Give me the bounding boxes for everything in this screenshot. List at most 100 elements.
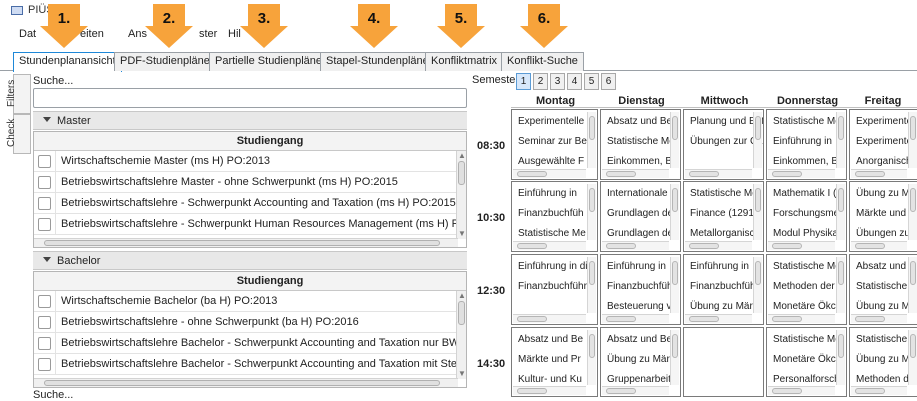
course-entry[interactable]: Personalforsch xyxy=(773,374,840,385)
timetable-cell[interactable]: Internationale Grundlagen de Grundlagen de xyxy=(600,181,681,252)
scroll-thumb[interactable] xyxy=(838,116,844,140)
row-checkbox[interactable] xyxy=(38,197,51,210)
horizontal-scrollbar[interactable] xyxy=(513,314,586,323)
course-entry[interactable]: Mathematik I ( xyxy=(773,188,836,199)
vertical-scrollbar[interactable] xyxy=(908,330,917,385)
course-entry[interactable]: Forschungsme xyxy=(773,208,839,219)
row-checkbox[interactable] xyxy=(38,337,51,350)
horizontal-scrollbar[interactable] xyxy=(602,241,669,250)
timetable-cell[interactable]: Mathematik I (Forschungsme Modul Physika xyxy=(766,181,847,252)
tab-partielle-studienplaene[interactable]: Partielle Studienpläne xyxy=(209,52,329,71)
horizontal-scrollbar[interactable] xyxy=(602,314,669,323)
timetable-cell[interactable]: Statistische M Übung zu Mä Methoden de xyxy=(849,327,917,397)
vertical-scrollbar[interactable] xyxy=(587,184,596,240)
course-entry[interactable]: Absatz und Be xyxy=(518,334,583,345)
scroll-thumb[interactable] xyxy=(838,188,844,212)
horizontal-scrollbar[interactable] xyxy=(685,314,752,323)
menu-fenster[interactable]: ster xyxy=(199,28,217,40)
course-entry[interactable]: Grundlagen de xyxy=(607,208,673,219)
scroll-thumb[interactable] xyxy=(672,188,678,212)
timetable-cell[interactable]: Absatz und Be Übung zu Mär Gruppenarbeit xyxy=(600,327,681,397)
scroll-thumb[interactable] xyxy=(772,388,802,394)
timetable-cell[interactable]: Planung und Ent Übungen zur C1 xyxy=(683,109,764,180)
section-header-bachelor[interactable]: Bachelor xyxy=(33,251,467,270)
menu-hilfe[interactable]: Hil xyxy=(228,28,241,40)
scroll-thumb[interactable] xyxy=(517,171,547,177)
scroll-thumb[interactable] xyxy=(772,243,802,249)
semester-button-6[interactable]: 6 xyxy=(601,73,616,90)
search-input[interactable] xyxy=(33,88,467,108)
timetable-cell[interactable]: Absatz und Be Märkte und Pr Kultur- und Ku xyxy=(511,327,598,397)
horizontal-scrollbar[interactable] xyxy=(851,314,907,323)
scroll-thumb[interactable] xyxy=(517,243,547,249)
column-header-studiengang[interactable]: Studiengang xyxy=(34,272,466,291)
course-entry[interactable]: Absatz und B xyxy=(856,261,915,272)
course-entry[interactable]: Statistische Me xyxy=(773,116,841,127)
vertical-scrollbar[interactable] xyxy=(587,257,596,313)
course-entry[interactable]: Übung zu Mär xyxy=(607,354,670,365)
vertical-scrollbar[interactable]: ▲ ▼ xyxy=(456,151,466,239)
course-entry[interactable]: Statistische Me xyxy=(690,188,758,199)
row-checkbox[interactable] xyxy=(38,316,51,329)
course-entry[interactable]: Statistische Me xyxy=(773,334,841,345)
timetable-cell[interactable]: Statistische Me Monetäre Ökc Personalforsc… xyxy=(766,327,847,397)
horizontal-scrollbar[interactable] xyxy=(34,378,458,387)
scroll-thumb[interactable] xyxy=(755,116,761,140)
vertical-scrollbar[interactable] xyxy=(908,257,917,313)
tab-pdf-studienplaene[interactable]: PDF-Studienpläne xyxy=(114,52,216,71)
vertical-scrollbar[interactable] xyxy=(670,184,679,240)
scroll-thumb[interactable] xyxy=(606,171,636,177)
scroll-thumb[interactable] xyxy=(910,116,916,140)
scroll-thumb[interactable] xyxy=(458,161,465,185)
vertical-scrollbar[interactable] xyxy=(670,330,679,385)
course-entry[interactable]: Übungen zur xyxy=(856,228,913,239)
vertical-scrollbar[interactable] xyxy=(908,184,917,240)
horizontal-scrollbar[interactable] xyxy=(34,238,458,247)
timetable-cell[interactable]: Statistische Me Methoden der Monetäre Ökc xyxy=(766,254,847,325)
scroll-thumb[interactable] xyxy=(855,243,885,249)
scroll-thumb[interactable] xyxy=(772,171,802,177)
scroll-thumb[interactable] xyxy=(672,334,678,358)
timetable-cell[interactable]: Einführung in Finanzbuchfüh Übung zu Mär xyxy=(683,254,764,325)
vertical-scrollbar[interactable] xyxy=(587,112,596,168)
horizontal-scrollbar[interactable] xyxy=(602,169,669,178)
scroll-thumb[interactable] xyxy=(589,261,595,285)
horizontal-scrollbar[interactable] xyxy=(768,314,835,323)
timetable-cell[interactable]: Absatz und B Statistische M Übung zu Mä xyxy=(849,254,917,325)
table-row[interactable]: Betriebswirtschaftslehre Bachelor - Schw… xyxy=(34,354,466,375)
course-entry[interactable]: Einführung in xyxy=(773,136,832,147)
scroll-up-icon[interactable]: ▲ xyxy=(458,152,466,160)
course-entry[interactable]: Märkte und P xyxy=(856,208,915,219)
vertical-scrollbar[interactable] xyxy=(753,112,762,168)
course-entry[interactable]: Einführung in xyxy=(690,261,749,272)
horizontal-scrollbar[interactable] xyxy=(768,241,835,250)
timetable-cell[interactable]: Experimentelle Seminar zur Be Ausgewählte … xyxy=(511,109,598,180)
course-entry[interactable]: Finanzbuchfüh xyxy=(690,281,756,292)
course-entry[interactable]: Methoden der xyxy=(773,281,835,292)
scroll-thumb[interactable] xyxy=(910,334,916,358)
course-entry[interactable]: Einführung in die xyxy=(518,261,593,272)
course-entry[interactable]: Monetäre Ökc xyxy=(773,301,836,312)
course-entry[interactable]: Gruppenarbeit xyxy=(607,374,671,385)
course-entry[interactable]: Experimentel xyxy=(856,136,914,147)
timetable-cell[interactable]: Einführung in Finanzbuchfüh Besteuerung v xyxy=(600,254,681,325)
scroll-thumb[interactable] xyxy=(672,261,678,285)
tab-konflikt-suche[interactable]: Konflikt-Suche xyxy=(501,52,584,71)
table-row[interactable]: Wirtschaftschemie Bachelor (ba H) PO:201… xyxy=(34,291,466,312)
course-entry[interactable]: Übung zu Mä xyxy=(856,188,915,199)
table-row[interactable]: Betriebswirtschaftslehre Master - ohne S… xyxy=(34,172,466,193)
scroll-thumb[interactable] xyxy=(855,388,885,394)
timetable-cell[interactable]: Experimentel Experimentel Anorganische xyxy=(849,109,917,180)
horizontal-scrollbar[interactable] xyxy=(851,169,907,178)
scroll-thumb[interactable] xyxy=(755,261,761,285)
course-entry[interactable]: Finance (12910 xyxy=(690,208,760,219)
horizontal-scrollbar[interactable] xyxy=(685,169,752,178)
scroll-thumb[interactable] xyxy=(838,334,844,358)
table-row[interactable]: Betriebswirtschaftslehre - ohne Schwerpu… xyxy=(34,312,466,333)
row-checkbox[interactable] xyxy=(38,358,51,371)
scroll-down-icon[interactable]: ▼ xyxy=(458,370,466,378)
course-entry[interactable]: Internationale xyxy=(607,188,668,199)
side-tab-check[interactable]: Check xyxy=(6,114,31,154)
timetable-cell[interactable]: Einführung in Finanzbuchfüh Statistische M… xyxy=(511,181,598,252)
course-entry[interactable]: Experimentel xyxy=(856,116,914,127)
